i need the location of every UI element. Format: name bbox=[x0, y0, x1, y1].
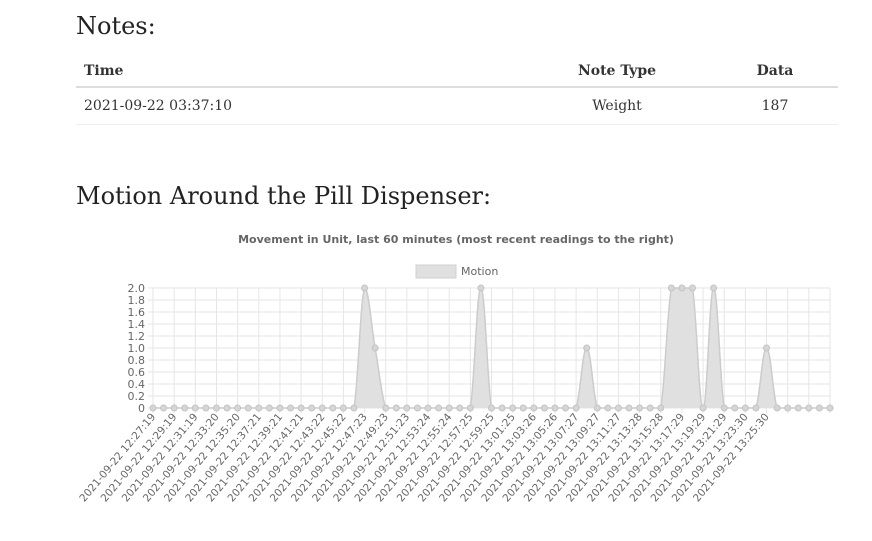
data-point bbox=[202, 404, 210, 412]
legend-swatch bbox=[415, 264, 457, 279]
data-point bbox=[149, 404, 157, 412]
data-point bbox=[413, 404, 421, 412]
y-tick-label: 0 bbox=[138, 402, 145, 415]
notes-table: Time Note Type Data 2021-09-22 03:37:10 … bbox=[76, 56, 838, 125]
data-point bbox=[752, 404, 760, 412]
data-point bbox=[350, 404, 358, 412]
cell-time: 2021-09-22 03:37:10 bbox=[76, 87, 522, 125]
data-point bbox=[540, 404, 548, 412]
data-point bbox=[255, 404, 263, 412]
data-point bbox=[287, 404, 295, 412]
data-point bbox=[805, 404, 813, 412]
data-point bbox=[720, 404, 728, 412]
data-point bbox=[382, 404, 390, 412]
data-point bbox=[181, 404, 189, 412]
data-point bbox=[297, 404, 305, 412]
data-point bbox=[223, 404, 231, 412]
data-point bbox=[530, 404, 538, 412]
data-point bbox=[191, 404, 199, 412]
y-tick-label: 1.0 bbox=[128, 342, 146, 355]
data-point bbox=[614, 404, 622, 412]
data-point bbox=[636, 404, 644, 412]
data-point bbox=[572, 404, 580, 412]
legend-label: Motion bbox=[461, 265, 498, 278]
data-point bbox=[329, 404, 337, 412]
notes-header-row: Time Note Type Data bbox=[76, 56, 838, 88]
data-point bbox=[678, 284, 686, 292]
data-point bbox=[551, 404, 559, 412]
y-tick-label: 1.2 bbox=[128, 330, 146, 343]
data-point bbox=[625, 404, 633, 412]
data-point bbox=[699, 404, 707, 412]
data-point bbox=[265, 404, 273, 412]
y-tick-label: 0.4 bbox=[128, 378, 146, 391]
data-point bbox=[244, 404, 252, 412]
data-point bbox=[424, 404, 432, 412]
y-tick-label: 0.8 bbox=[128, 354, 146, 367]
data-point bbox=[509, 404, 517, 412]
data-point bbox=[741, 404, 749, 412]
data-point bbox=[688, 284, 696, 292]
y-tick-label: 2.0 bbox=[128, 282, 146, 295]
data-point bbox=[498, 404, 506, 412]
data-point bbox=[170, 404, 178, 412]
y-tick-label: 1.6 bbox=[128, 306, 146, 319]
chart-title: Movement in Unit, last 60 minutes (most … bbox=[238, 233, 674, 246]
y-tick-label: 1.4 bbox=[128, 318, 146, 331]
y-tick-label: 0.6 bbox=[128, 366, 146, 379]
y-tick-label: 0.2 bbox=[128, 390, 146, 403]
data-point bbox=[562, 404, 570, 412]
motion-heading: Motion Around the Pill Dispenser: bbox=[76, 182, 492, 210]
data-point bbox=[276, 404, 284, 412]
data-point bbox=[392, 404, 400, 412]
data-point bbox=[371, 344, 379, 352]
data-point bbox=[445, 404, 453, 412]
data-point bbox=[435, 404, 443, 412]
data-point bbox=[519, 404, 527, 412]
table-row: 2021-09-22 03:37:10 Weight 187 bbox=[76, 87, 838, 125]
data-point bbox=[488, 404, 495, 412]
data-point bbox=[234, 404, 242, 412]
data-point bbox=[160, 404, 168, 412]
data-point bbox=[318, 404, 326, 412]
column-header-note-type: Note Type bbox=[522, 56, 712, 88]
column-header-time: Time bbox=[76, 56, 522, 88]
data-point bbox=[466, 404, 474, 412]
data-point bbox=[212, 404, 220, 412]
data-point bbox=[456, 404, 464, 412]
data-point bbox=[763, 344, 771, 352]
data-point bbox=[657, 404, 665, 412]
data-point bbox=[815, 404, 823, 412]
data-point bbox=[794, 404, 802, 412]
motion-chart: Movement in Unit, last 60 minutes (most … bbox=[77, 233, 834, 504]
data-point bbox=[339, 404, 347, 412]
cell-data: 187 bbox=[712, 87, 838, 125]
data-point bbox=[477, 284, 485, 292]
data-point bbox=[361, 284, 369, 292]
data-point bbox=[604, 404, 612, 412]
chart-legend: Motion bbox=[415, 264, 498, 279]
data-point bbox=[773, 404, 781, 412]
x-axis-ticks: 2021-09-22 12:27:192021-09-22 12:29:1920… bbox=[77, 411, 771, 504]
data-point bbox=[667, 284, 675, 292]
data-point bbox=[593, 404, 601, 412]
y-tick-label: 1.8 bbox=[128, 294, 146, 307]
data-point bbox=[583, 344, 591, 352]
cell-note-type: Weight bbox=[522, 87, 712, 125]
data-point bbox=[710, 284, 718, 292]
data-point bbox=[646, 404, 654, 412]
data-point bbox=[784, 404, 792, 412]
y-axis-ticks: 00.20.40.60.81.01.21.41.61.82.0 bbox=[128, 282, 146, 415]
data-point bbox=[731, 404, 739, 412]
column-header-data: Data bbox=[712, 56, 838, 88]
data-point bbox=[826, 404, 834, 412]
data-point bbox=[308, 404, 316, 412]
data-point bbox=[403, 404, 411, 412]
notes-heading: Notes: bbox=[76, 12, 156, 40]
